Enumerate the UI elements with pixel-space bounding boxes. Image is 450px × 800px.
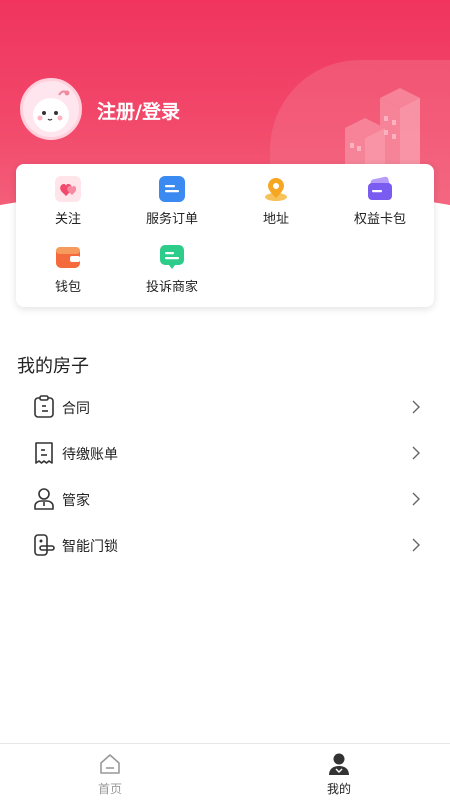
- heart-icon: [55, 176, 81, 202]
- quick-menu-label: 权益卡包: [353, 212, 406, 227]
- list-item-label: 智能门锁: [62, 539, 118, 555]
- chevron-right-icon: [412, 492, 420, 506]
- list-item-housekeeper[interactable]: 管家: [0, 476, 450, 522]
- quick-menu-item-follow[interactable]: 关注: [16, 176, 120, 236]
- quick-menu-label: 投诉商家: [145, 280, 198, 295]
- tab-mine[interactable]: 我的: [299, 750, 379, 798]
- quick-menu-label: 地址: [262, 212, 289, 227]
- complaint-icon: [160, 245, 184, 269]
- tab-home[interactable]: 首页: [70, 750, 150, 798]
- list-item-contract[interactable]: 合同: [0, 384, 450, 430]
- bill-icon: [35, 442, 53, 464]
- card-wallet-icon: [368, 176, 392, 200]
- bottom-tab-bar: 首页 我的: [0, 743, 450, 800]
- list-item-label: 待缴账单: [62, 447, 118, 463]
- quick-menu-item-benefit-cards[interactable]: 权益卡包: [328, 176, 432, 236]
- section-title-my-house: 我的房子: [17, 356, 89, 377]
- tab-label: 首页: [97, 782, 122, 796]
- quick-menu-card: 关注 服务订单 地址 权益卡包 钱包 投诉商家: [16, 164, 434, 307]
- quick-menu-item-address[interactable]: 地址: [224, 176, 328, 236]
- home-icon: [100, 754, 120, 774]
- quick-menu-label: 关注: [54, 212, 81, 227]
- login-register-link[interactable]: 注册/登录: [97, 97, 180, 124]
- location-pin-icon: [265, 178, 287, 201]
- list-item-label: 管家: [62, 493, 90, 509]
- chevron-right-icon: [412, 400, 420, 414]
- quick-menu-label: 服务订单: [145, 212, 198, 227]
- order-icon: [159, 176, 185, 202]
- avatar[interactable]: [20, 78, 82, 140]
- list-item-pending-bills[interactable]: 待缴账单: [0, 430, 450, 476]
- housekeeper-icon: [34, 488, 54, 510]
- quick-menu-item-service-orders[interactable]: 服务订单: [120, 176, 224, 236]
- my-house-list: 合同 待缴账单 管家 智能门锁: [0, 384, 450, 568]
- quick-menu-label: 钱包: [54, 280, 81, 295]
- chevron-right-icon: [412, 538, 420, 552]
- chevron-right-icon: [412, 446, 420, 460]
- smart-lock-icon: [34, 534, 55, 556]
- tab-label: 我的: [326, 782, 351, 796]
- list-item-label: 合同: [62, 401, 90, 417]
- user-icon: [329, 753, 349, 775]
- list-item-smart-lock[interactable]: 智能门锁: [0, 522, 450, 568]
- quick-menu-item-wallet[interactable]: 钱包: [16, 244, 120, 304]
- avatar-mascot-icon: [23, 81, 79, 137]
- profile-page: 注册/登录 关注 服务订单 地址 权益卡包 钱包 投诉商家 我的房子 合同 待缴…: [0, 0, 450, 800]
- quick-menu-item-complaint[interactable]: 投诉商家: [120, 244, 224, 304]
- wallet-icon: [56, 247, 80, 268]
- contract-icon: [34, 395, 54, 418]
